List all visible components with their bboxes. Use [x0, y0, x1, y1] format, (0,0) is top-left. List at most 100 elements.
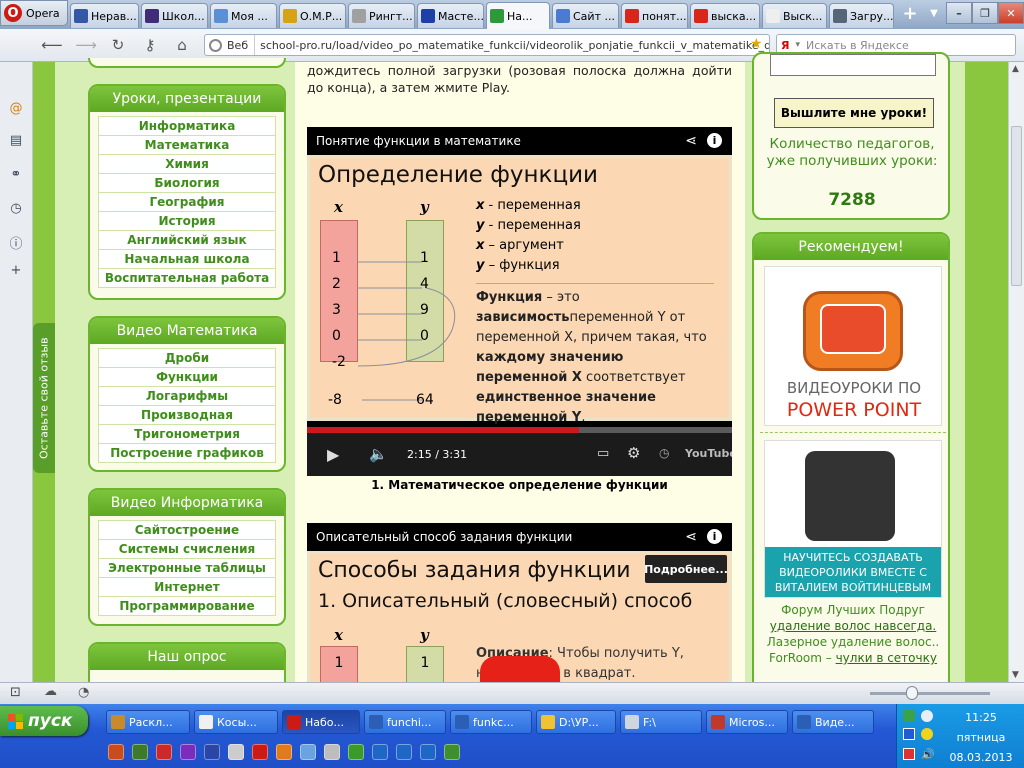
- home-icon[interactable]: ⌂: [172, 36, 192, 54]
- info-icon[interactable]: i: [707, 529, 722, 544]
- browser-tab[interactable]: Моя ...: [210, 3, 277, 28]
- bookmark-star-icon[interactable]: ★: [750, 36, 763, 52]
- quick-launch-icon[interactable]: [396, 744, 412, 760]
- quick-launch-icon[interactable]: [276, 744, 292, 760]
- video-1-title[interactable]: Понятие функции в математике: [316, 134, 521, 148]
- wifi-icon[interactable]: [921, 710, 933, 722]
- browser-tab[interactable]: Нерав...: [70, 3, 139, 28]
- captions-icon[interactable]: ▭: [597, 446, 609, 461]
- sidebar-link[interactable]: Воспитательная работа: [98, 268, 276, 288]
- start-button[interactable]: пуск: [0, 706, 88, 736]
- browser-tab[interactable]: Сайт ...: [552, 3, 619, 28]
- quick-launch-icon[interactable]: [180, 744, 196, 760]
- mail-icon[interactable]: @: [8, 100, 24, 116]
- browser-tab[interactable]: Рингт...: [348, 3, 415, 28]
- address-url[interactable]: school-pro.ru/load/video_po_matematike_f…: [255, 39, 769, 52]
- browser-tab[interactable]: Выск...: [762, 3, 827, 28]
- opera-menu-button[interactable]: O Opera: [0, 0, 68, 26]
- info-icon[interactable]: ⓘ: [8, 234, 24, 252]
- taskbar-task[interactable]: funkc...: [450, 710, 532, 734]
- links-icon[interactable]: ⚭: [8, 166, 24, 182]
- quick-launch-icon[interactable]: [300, 744, 316, 760]
- zoom-slider[interactable]: [870, 692, 990, 695]
- new-tab-button[interactable]: +: [896, 2, 924, 24]
- quick-launch-icon[interactable]: [372, 744, 388, 760]
- info-icon[interactable]: i: [707, 133, 722, 148]
- quick-launch-icon[interactable]: [108, 744, 124, 760]
- sidebar-link[interactable]: Химия: [98, 154, 276, 174]
- page-scrollbar[interactable]: ▲ ▼: [1008, 62, 1024, 682]
- sidebar-link[interactable]: Функции: [98, 367, 276, 387]
- quick-launch-icon[interactable]: [324, 744, 340, 760]
- video-player-2[interactable]: Описательный способ задания функции ⋖ i С…: [307, 523, 732, 683]
- sidebar-link[interactable]: Логарифмы: [98, 386, 276, 406]
- taskbar-task[interactable]: Косы...: [194, 710, 278, 734]
- sidebar-link[interactable]: Производная: [98, 405, 276, 425]
- search-engine-dropdown-icon[interactable]: ▾: [795, 40, 800, 50]
- quick-launch-icon[interactable]: [132, 744, 148, 760]
- browser-tab[interactable]: О.М.Р...: [279, 3, 346, 28]
- browser-tab[interactable]: Масте...: [417, 3, 484, 28]
- feedback-tab[interactable]: Оставьте свой отзыв: [33, 323, 55, 473]
- play-icon[interactable]: ▶: [327, 445, 339, 464]
- browser-tab[interactable]: Школ...: [141, 3, 208, 28]
- taskbar-task[interactable]: Набо...: [282, 710, 360, 734]
- sidebar-link[interactable]: Программирование: [98, 596, 276, 616]
- watch-later-icon[interactable]: ◷: [659, 446, 669, 460]
- youtube-logo[interactable]: YouTube: [685, 447, 732, 460]
- taskbar-task[interactable]: Раскл...: [106, 710, 190, 734]
- tab-menu-icon[interactable]: ▼: [926, 2, 942, 24]
- volume-tray-icon[interactable]: 🔊: [921, 748, 935, 761]
- clock-time[interactable]: 11:25: [941, 711, 1021, 724]
- laser-link[interactable]: чулки в сеточку: [836, 651, 937, 665]
- sidebar-link[interactable]: Биология: [98, 173, 276, 193]
- sidebar-link[interactable]: Начальная школа: [98, 249, 276, 269]
- panel-toggle-icon[interactable]: ⊡: [10, 685, 21, 700]
- share-icon[interactable]: ⋖: [685, 133, 697, 149]
- video-course-ad[interactable]: НАУЧИТЕСЬ СОЗДАВАТЬ ВИДЕОРОЛИКИ ВМЕСТЕ С…: [764, 440, 942, 598]
- zoom-slider-knob[interactable]: [906, 686, 918, 700]
- sidebar-link[interactable]: Электронные таблицы: [98, 558, 276, 578]
- reload-icon[interactable]: ↻: [108, 36, 128, 54]
- taskbar-task[interactable]: Micros...: [706, 710, 788, 734]
- forum-link[interactable]: удаление волос навсегда.: [770, 619, 937, 633]
- video-player-1[interactable]: Понятие функции в математике ⋖ i Определе…: [307, 127, 732, 476]
- youtube-play-button[interactable]: [480, 656, 560, 683]
- back-icon[interactable]: ⟵: [41, 36, 63, 54]
- taskbar-task[interactable]: F:\: [620, 710, 702, 734]
- quick-launch-icon[interactable]: [204, 744, 220, 760]
- notes-icon[interactable]: ▤: [8, 132, 24, 148]
- quick-launch-icon[interactable]: [348, 744, 364, 760]
- browser-tab[interactable]: понят...: [621, 3, 688, 28]
- scroll-up-icon[interactable]: ▲: [1012, 64, 1019, 74]
- browser-tab[interactable]: На...: [486, 2, 550, 29]
- quick-launch-icon[interactable]: [156, 744, 172, 760]
- send-lessons-button[interactable]: Вышлите мне уроки!: [774, 98, 934, 128]
- close-window-button[interactable]: ✕: [998, 2, 1024, 24]
- restore-button[interactable]: ❐: [972, 2, 998, 24]
- key-icon[interactable]: ⚷: [140, 36, 160, 54]
- add-panel-icon[interactable]: +: [8, 262, 24, 278]
- forward-icon[interactable]: ⟶: [75, 36, 97, 54]
- scroll-down-icon[interactable]: ▼: [1012, 670, 1019, 680]
- sidebar-link[interactable]: Сайтостроение: [98, 520, 276, 540]
- turbo-icon[interactable]: ◔: [78, 685, 89, 700]
- sidebar-link[interactable]: Тригонометрия: [98, 424, 276, 444]
- taskbar-task[interactable]: D:\УР...: [536, 710, 616, 734]
- sidebar-link[interactable]: Дроби: [98, 348, 276, 368]
- opera-unite-icon[interactable]: ☁: [44, 684, 57, 699]
- quick-launch-icon[interactable]: [420, 744, 436, 760]
- minimize-button[interactable]: –: [946, 2, 972, 24]
- sidebar-link[interactable]: Интернет: [98, 577, 276, 597]
- video-2-title[interactable]: Описательный способ задания функции: [316, 530, 572, 544]
- taskbar-task[interactable]: Виде...: [792, 710, 874, 734]
- antivirus-icon[interactable]: [921, 728, 933, 740]
- address-bar[interactable]: Веб school-pro.ru/load/video_po_matemati…: [204, 34, 770, 56]
- scrollbar-thumb[interactable]: [1011, 126, 1022, 286]
- sidebar-link[interactable]: Системы счисления: [98, 539, 276, 559]
- history-icon[interactable]: ◷: [8, 200, 24, 216]
- volume-icon[interactable]: 🔈: [369, 445, 388, 463]
- quick-launch-icon[interactable]: [444, 744, 460, 760]
- sidebar-link[interactable]: География: [98, 192, 276, 212]
- language-flag-icon[interactable]: [903, 748, 915, 760]
